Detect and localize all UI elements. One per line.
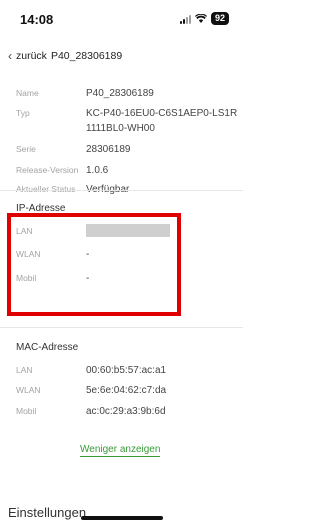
info-value: KC-P40-16EU0-C6S1AEP0-LS1R1111BL0-WH00 — [86, 108, 238, 134]
mac-label: Mobil — [16, 406, 37, 416]
info-value: P40_28306189 — [86, 88, 154, 99]
highlight-box — [7, 213, 181, 316]
divider — [0, 190, 243, 191]
mac-section-title: MAC-Adresse — [16, 342, 79, 353]
info-value: 1.0.6 — [86, 165, 109, 176]
info-label: Typ — [16, 108, 30, 118]
mac-value: 00:60:b5:57:ac:a1 — [86, 365, 167, 376]
mac-label: WLAN — [16, 385, 41, 395]
status-icons: 92 — [179, 12, 229, 25]
info-value: 28306189 — [86, 144, 131, 155]
show-less-link[interactable]: Weniger anzeigen — [80, 444, 161, 457]
back-label: zurück — [16, 50, 47, 62]
page-title: P40_28306189 — [50, 50, 123, 62]
mac-value: ac:0c:29:a3:9b:6d — [86, 406, 166, 417]
mac-value: 5e:6e:04:62:c7:da — [86, 385, 167, 396]
settings-heading[interactable]: Einstellungen — [8, 505, 86, 520]
divider — [0, 327, 243, 328]
signal-icon — [179, 14, 191, 24]
status-bar: 14:08 92 — [0, 0, 243, 36]
info-label: Name — [16, 88, 39, 98]
info-label: Release-Version — [16, 165, 79, 175]
chevron-left-icon: ‹ — [8, 49, 12, 63]
battery-icon: 92 — [210, 12, 229, 25]
home-indicator[interactable] — [81, 516, 163, 520]
status-time: 14:08 — [20, 12, 54, 27]
back-button[interactable]: ‹ zurück P40_28306189 — [8, 49, 122, 63]
mac-label: LAN — [16, 365, 33, 375]
wifi-icon — [194, 14, 207, 23]
info-label: Serie — [16, 144, 36, 154]
